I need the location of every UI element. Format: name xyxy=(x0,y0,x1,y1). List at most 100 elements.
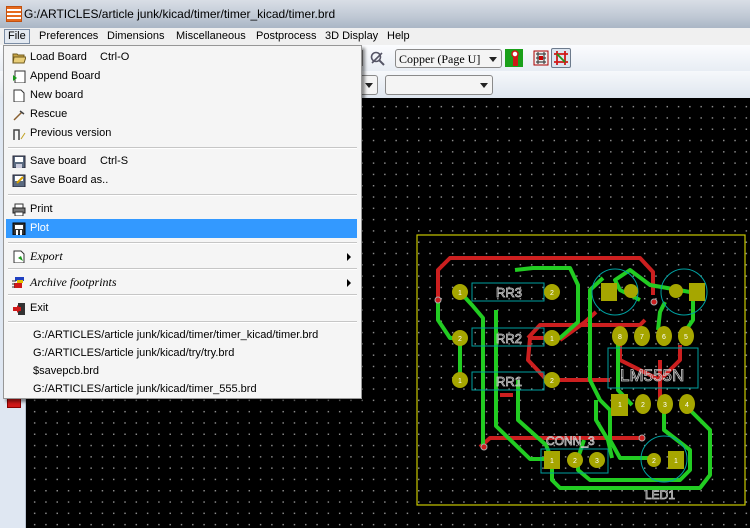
menu-separator xyxy=(8,147,357,149)
file-menu: Load Board Ctrl-O Append Board New board… xyxy=(3,45,362,399)
svg-text:4: 4 xyxy=(685,402,689,409)
window-title: G:/ARTICLES/article junk/kicad/timer/tim… xyxy=(24,7,336,21)
svg-text:1: 1 xyxy=(458,290,462,297)
ref-label-led1: LED1 xyxy=(645,488,675,502)
menu-item-label: Plot xyxy=(30,222,49,234)
layer-pair-icon[interactable] xyxy=(505,49,523,67)
via-size-select[interactable] xyxy=(385,75,493,95)
menu-bar: File Preferences Dimensions Miscellaneou… xyxy=(0,28,750,46)
dropdown-arrow-icon xyxy=(480,83,488,88)
menu-item-label: Save Board as.. xyxy=(30,174,109,186)
menu-item-rescue[interactable]: Rescue xyxy=(6,105,357,124)
menu-3d-display[interactable]: 3D Display xyxy=(322,29,381,44)
layer-display-icon[interactable] xyxy=(7,398,21,408)
save-as-icon xyxy=(12,174,26,187)
menu-file[interactable]: File xyxy=(4,29,30,44)
svg-text:5: 5 xyxy=(684,334,688,341)
svg-text:7: 7 xyxy=(640,334,644,341)
menu-item-export[interactable]: Export xyxy=(6,247,357,266)
dropdown-arrow-icon xyxy=(365,83,373,88)
menu-item-exit[interactable]: Exit xyxy=(6,299,357,318)
menu-item-save-board[interactable]: Save board Ctrl-S xyxy=(6,152,357,171)
rescue-icon xyxy=(13,110,25,121)
save-icon xyxy=(12,155,26,168)
recent-file-label: G:/ARTICLES/article junk/kicad/timer/tim… xyxy=(33,329,319,341)
archive-icon xyxy=(12,277,24,288)
grid-icon[interactable] xyxy=(551,48,571,68)
ref-label-rr3: RR3 xyxy=(496,285,522,300)
menu-separator xyxy=(8,194,357,196)
recent-file-label: G:/ARTICLES/article junk/kicad/try/try.b… xyxy=(33,347,235,359)
menu-dimensions[interactable]: Dimensions xyxy=(104,29,167,44)
layer-select-value: Copper (Page U] xyxy=(399,52,481,66)
menu-preferences[interactable]: Preferences xyxy=(36,29,101,44)
menu-item-label: Append Board xyxy=(30,70,101,82)
svg-text:1: 1 xyxy=(550,458,554,465)
menu-item-plot[interactable]: Plot xyxy=(6,219,357,238)
recent-file-label: G:/ARTICLES/article junk/kicad/timer_555… xyxy=(33,383,257,395)
menu-miscellaneous[interactable]: Miscellaneous xyxy=(173,29,249,44)
menu-item-shortcut: Ctrl-S xyxy=(100,155,129,167)
svg-text:8: 8 xyxy=(618,334,622,341)
front-copper-tracks xyxy=(436,256,682,449)
ref-label-rr1: RR1 xyxy=(496,374,522,389)
menu-item-label: Exit xyxy=(30,302,49,314)
recent-file-1[interactable]: G:/ARTICLES/article junk/kicad/timer/tim… xyxy=(6,326,357,345)
menu-item-shortcut: Ctrl-O xyxy=(100,51,130,63)
kicad-pcbnew-icon xyxy=(6,6,22,22)
recent-file-2[interactable]: G:/ARTICLES/article junk/kicad/try/try.b… xyxy=(6,344,357,363)
autoroute-icon[interactable] xyxy=(532,49,550,67)
svg-text:3: 3 xyxy=(663,402,667,409)
svg-text:2: 2 xyxy=(641,402,645,409)
previous-version-icon xyxy=(13,129,26,140)
svg-text:2: 2 xyxy=(458,336,462,343)
menu-help[interactable]: Help xyxy=(384,29,413,44)
menu-separator xyxy=(8,294,357,296)
menu-item-label: Save board xyxy=(30,155,87,167)
recent-file-4[interactable]: G:/ARTICLES/article junk/kicad/timer_555… xyxy=(6,380,357,399)
menu-item-label: Previous version xyxy=(30,127,112,139)
svg-text:3: 3 xyxy=(595,458,599,465)
layer-select[interactable]: Copper (Page U] xyxy=(395,49,502,68)
ref-label-rr2: RR2 xyxy=(496,331,522,346)
title-bar: G:/ARTICLES/article junk/kicad/timer/tim… xyxy=(0,0,750,28)
menu-item-load-board[interactable]: Load Board Ctrl-O xyxy=(6,48,357,67)
menu-item-save-board-as[interactable]: Save Board as.. xyxy=(6,171,357,190)
svg-text:2: 2 xyxy=(652,458,656,465)
svg-text:1: 1 xyxy=(550,336,554,343)
svg-text:1: 1 xyxy=(618,402,622,409)
menu-item-label: Print xyxy=(30,203,53,215)
menu-item-archive-footprints[interactable]: Archive footprints xyxy=(6,273,357,292)
menu-item-append-board[interactable]: Append Board xyxy=(6,67,357,86)
menu-item-label: Export xyxy=(30,249,63,263)
recent-file-label: $savepcb.brd xyxy=(33,365,100,377)
menu-item-label: New board xyxy=(30,89,84,101)
print-icon xyxy=(12,203,26,216)
svg-text:2: 2 xyxy=(573,458,577,465)
menu-separator xyxy=(8,242,357,244)
recent-file-3[interactable]: $savepcb.brd xyxy=(6,362,357,381)
menu-item-label: Archive footprints xyxy=(30,275,117,289)
plot-icon xyxy=(12,222,26,235)
exit-icon xyxy=(13,303,25,315)
menu-postprocess[interactable]: Postprocess xyxy=(253,29,320,44)
dropdown-arrow-icon xyxy=(489,57,497,62)
svg-text:2: 2 xyxy=(550,378,554,385)
new-file-icon xyxy=(13,89,25,102)
submenu-arrow-icon xyxy=(347,279,351,287)
inspect-icon[interactable] xyxy=(368,49,386,67)
menu-separator xyxy=(8,321,357,323)
svg-text:1: 1 xyxy=(458,378,462,385)
menu-item-label: Rescue xyxy=(30,108,68,120)
menu-item-label: Load Board xyxy=(30,51,87,63)
folder-open-icon xyxy=(12,53,26,64)
submenu-arrow-icon xyxy=(347,253,351,261)
ref-label-conn3: CONN_3 xyxy=(546,434,595,448)
menu-item-print[interactable]: Print xyxy=(6,200,357,219)
svg-text:1: 1 xyxy=(674,458,678,465)
menu-separator xyxy=(8,268,357,270)
svg-text:6: 6 xyxy=(662,334,666,341)
ref-label-lm555n: LM555N xyxy=(620,366,684,385)
menu-item-new-board[interactable]: New board xyxy=(6,86,357,105)
menu-item-previous-version[interactable]: Previous version xyxy=(6,124,357,143)
